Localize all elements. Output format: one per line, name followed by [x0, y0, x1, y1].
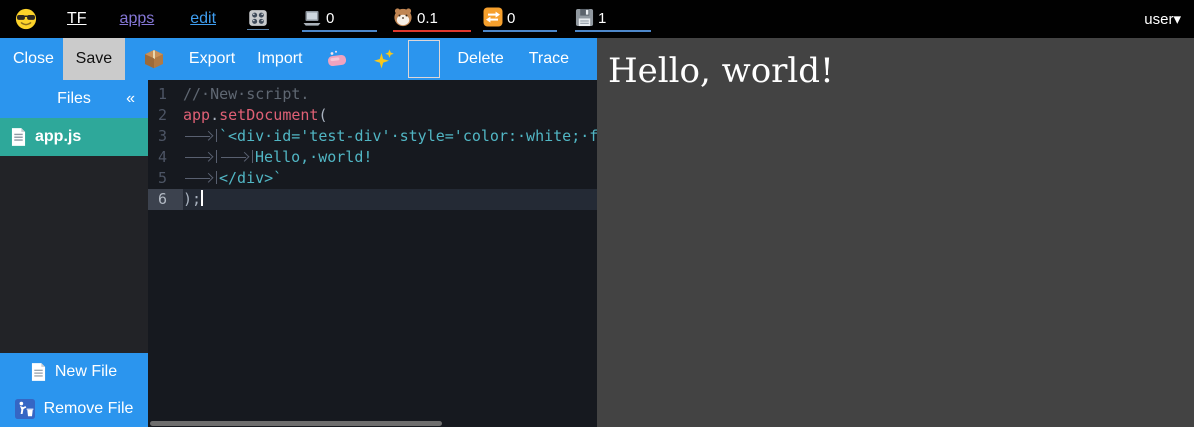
litter-bin-icon [15, 399, 35, 419]
tab-marker [183, 129, 217, 142]
delete-button[interactable]: Delete [458, 50, 504, 68]
save-button[interactable]: Save [63, 38, 125, 80]
line-number: 4 [148, 147, 183, 168]
user-menu[interactable]: user▾ [1144, 10, 1181, 28]
brand-link[interactable]: TF [67, 10, 87, 28]
files-header-title: Files [57, 90, 91, 108]
code-token: Hello,·world! [255, 148, 372, 166]
file-item[interactable]: app.js [0, 118, 148, 156]
line-number: 5 [148, 168, 183, 189]
collapse-sidebar-button[interactable]: « [126, 90, 135, 108]
editor-hscrollbar-thumb[interactable] [150, 421, 442, 426]
code-line-content[interactable]: app.setDocument( [183, 105, 597, 126]
hamster-counter-value: 0.1 [417, 11, 438, 27]
code-line: 4 Hello,·world! [148, 147, 597, 168]
control-knobs-icon[interactable] [247, 8, 269, 30]
files-header: Files « [0, 80, 148, 118]
sidebar-spacer [0, 156, 148, 353]
text-cursor [201, 190, 203, 206]
floppy-icon [575, 8, 594, 27]
remove-file-button[interactable]: Remove File [0, 390, 148, 427]
sparkles-icon[interactable] [373, 48, 395, 70]
code-editor[interactable]: 1//·New·script.2app.setDocument(3`<div·i… [148, 80, 597, 427]
sidebar-actions: New File Remove File [0, 353, 148, 427]
preview-text: Hello, world! [608, 51, 1194, 91]
code-line: 3 `<div·id='test-div'·style='color:·white… [148, 126, 597, 147]
code-token: `<div·id='test-div'·style='color:·white;… [219, 127, 597, 145]
tab-marker [183, 171, 217, 184]
code-line: 6); [148, 189, 597, 210]
file-name: app.js [35, 128, 81, 146]
hamster-counter-field[interactable]: 0.1 [393, 6, 471, 32]
hamster-icon [393, 7, 413, 27]
floppy-counter-value: 1 [598, 11, 606, 27]
top-menubar: TF apps edit 0 0.1 [0, 0, 1194, 38]
edit-link[interactable]: edit [190, 10, 216, 28]
apps-link[interactable]: apps [120, 10, 155, 28]
code-line: 5 </div>` [148, 168, 597, 189]
tab-marker [183, 150, 217, 163]
code-line: 1//·New·script. [148, 84, 597, 105]
trace-button[interactable]: Trace [529, 50, 569, 68]
repeat-icon [483, 7, 503, 27]
file-icon [11, 128, 26, 146]
code-line: 2app.setDocument( [148, 105, 597, 126]
code-line-content[interactable]: </div>` [183, 168, 597, 189]
new-file-label: New File [55, 363, 117, 381]
sunglasses-face-icon[interactable] [15, 8, 37, 30]
close-button[interactable]: Close [13, 50, 54, 68]
soap-icon[interactable] [326, 48, 348, 70]
remove-file-label: Remove File [44, 400, 134, 418]
ide-pane: Close Save Export Import Delete Trace [0, 38, 597, 427]
floppy-counter-field[interactable]: 1 [575, 6, 651, 32]
line-number: 3 [148, 126, 183, 147]
line-number: 6 [148, 189, 183, 210]
package-icon[interactable] [143, 48, 165, 70]
main-area: Close Save Export Import Delete Trace [0, 38, 1194, 427]
line-number: 1 [148, 84, 183, 105]
code-line-content[interactable]: ); [183, 189, 597, 210]
code-token: ( [318, 106, 327, 124]
code-token: app [183, 106, 210, 124]
editor-toolbar: Close Save Export Import Delete Trace [0, 38, 597, 80]
laptop-icon [302, 10, 322, 27]
import-button[interactable]: Import [257, 50, 302, 68]
file-list: app.js [0, 118, 148, 156]
repeat-counter-field[interactable]: 0 [483, 6, 557, 32]
workspace: Files « app.js New File [0, 80, 597, 427]
line-number: 2 [148, 105, 183, 126]
editor-lines: 1//·New·script.2app.setDocument(3`<div·i… [148, 84, 597, 210]
code-token: ); [183, 190, 201, 208]
laptop-counter-field[interactable]: 0 [302, 6, 377, 32]
files-sidebar: Files « app.js New File [0, 80, 148, 427]
new-file-icon [31, 363, 46, 381]
laptop-counter-value: 0 [326, 11, 334, 27]
new-file-button[interactable]: New File [0, 353, 148, 390]
code-token: //·New·script. [183, 85, 309, 103]
code-token: setDocument [219, 106, 318, 124]
preview-pane: Hello, world! [597, 38, 1194, 427]
toolbar-input[interactable] [408, 40, 440, 78]
code-line-content[interactable]: `<div·id='test-div'·style='color:·white;… [183, 126, 597, 147]
code-line-content[interactable]: Hello,·world! [183, 147, 597, 168]
code-token: </div>` [219, 169, 282, 187]
code-token: . [210, 106, 219, 124]
tab-marker [219, 150, 253, 163]
export-button[interactable]: Export [189, 50, 235, 68]
code-line-content[interactable]: //·New·script. [183, 84, 597, 105]
repeat-counter-value: 0 [507, 11, 515, 27]
